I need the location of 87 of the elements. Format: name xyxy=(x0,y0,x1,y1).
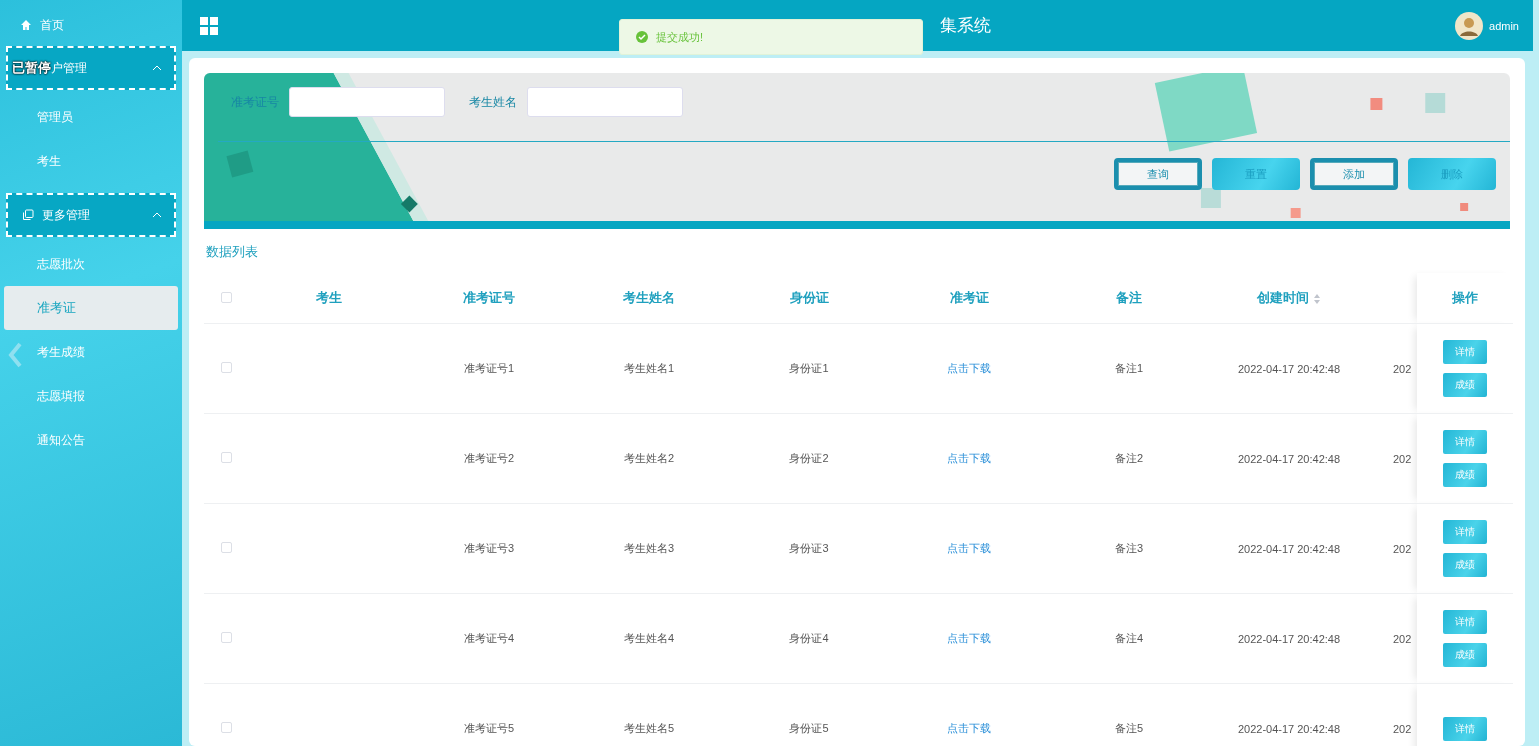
scores-button[interactable]: 成绩 xyxy=(1443,643,1487,667)
table-cell: 身份证4 xyxy=(789,632,829,644)
sidebar-item[interactable]: 考生 xyxy=(4,139,178,183)
download-link[interactable]: 点击下载 xyxy=(947,632,991,644)
table-cell: 2022-04-17 20:42:48 xyxy=(1237,452,1341,465)
sidebar-item[interactable]: 准考证 xyxy=(4,286,178,330)
group-label: 户管理 xyxy=(51,59,88,77)
row-checkbox[interactable] xyxy=(221,722,232,733)
table-cell: 2022-04-17 20:42:48 xyxy=(1237,632,1341,645)
table-cell: 2022-04-17 20:42:48 xyxy=(1237,722,1341,735)
avatar-icon[interactable] xyxy=(1455,11,1484,40)
field-label: 考生姓名 xyxy=(469,93,517,111)
download-link[interactable]: 点击下载 xyxy=(947,362,991,374)
sidebar-group[interactable]: 更多管理 xyxy=(6,193,176,237)
toast-message: 提交成功! xyxy=(656,29,704,45)
table-cell: 准考证号2 xyxy=(463,452,515,464)
paused-label: 已暂停 xyxy=(12,59,51,77)
row-checkbox[interactable] xyxy=(221,542,232,553)
column-header: 备注 xyxy=(1116,290,1142,305)
download-link[interactable]: 点击下载 xyxy=(947,722,991,734)
table-cell: 2022-04-17 20:42:48 xyxy=(1237,542,1341,555)
input-field[interactable] xyxy=(289,87,445,117)
grid-menu-icon[interactable] xyxy=(200,16,218,35)
column-header: 操作 xyxy=(1452,290,1478,305)
sidebar-item[interactable]: 管理员 xyxy=(4,95,178,139)
sidebar-item[interactable]: 志愿批次 xyxy=(4,242,178,286)
details-button[interactable]: 详情 xyxy=(1443,610,1487,634)
row-checkbox[interactable] xyxy=(221,362,232,373)
table-cell: 2022-04-17 20:42:48 xyxy=(1237,362,1341,375)
column-header[interactable]: 创建时间 xyxy=(1257,290,1309,305)
table-cell: 202 xyxy=(1393,452,1412,465)
column-header: 考生 xyxy=(316,290,342,305)
select-all-checkbox[interactable] xyxy=(221,291,232,303)
sidebar-item[interactable]: 首页 xyxy=(4,8,178,42)
column-header: 身份证 xyxy=(789,290,829,305)
column-header: 考生姓名 xyxy=(623,290,675,305)
list-title: 数据列表 xyxy=(206,244,258,259)
table-cell: 准考证号3 xyxy=(463,542,515,554)
copy-icon xyxy=(22,209,34,221)
scores-button[interactable]: 成绩 xyxy=(1443,373,1487,397)
table-cell: 备注1 xyxy=(1114,362,1144,374)
add-button[interactable]: 添加 xyxy=(1310,158,1398,190)
sidebar-group[interactable]: 已暂停户管理 xyxy=(6,46,176,90)
app-title: 集系统 xyxy=(940,16,991,35)
sort-icon[interactable] xyxy=(1313,293,1321,304)
username[interactable]: admin xyxy=(1489,19,1519,32)
table-cell: 考生姓名1 xyxy=(623,362,675,374)
row-checkbox[interactable] xyxy=(221,452,232,463)
download-link[interactable]: 点击下载 xyxy=(947,542,991,554)
home-icon xyxy=(20,19,32,31)
table-cell: 备注3 xyxy=(1114,542,1144,554)
input-field[interactable] xyxy=(527,87,683,117)
table-cell: 202 xyxy=(1393,542,1412,555)
details-button[interactable]: 详情 xyxy=(1443,430,1487,454)
table-cell: 备注4 xyxy=(1114,632,1144,644)
scores-button[interactable]: 成绩 xyxy=(1443,553,1487,577)
table-cell: 202 xyxy=(1393,722,1412,735)
table-cell: 身份证2 xyxy=(789,452,829,464)
table-cell: 202 xyxy=(1393,362,1412,375)
download-link[interactable]: 点击下载 xyxy=(947,452,991,464)
table-cell: 备注5 xyxy=(1114,722,1144,734)
sidebar-item[interactable]: 志愿填报 xyxy=(4,374,178,418)
chevron-left-icon[interactable] xyxy=(8,342,22,368)
table-cell: 考生姓名4 xyxy=(623,632,675,644)
group-label: 更多管理 xyxy=(42,206,91,224)
table-cell: 202 xyxy=(1393,632,1412,645)
column-header: 准考证号 xyxy=(463,290,515,305)
table-cell: 身份证5 xyxy=(789,722,829,734)
details-button[interactable]: 详情 xyxy=(1443,520,1487,544)
table-cell: 考生姓名2 xyxy=(623,452,675,464)
table-cell: 考生姓名3 xyxy=(623,542,675,554)
table-cell: 准考证号1 xyxy=(463,362,515,374)
table-cell: 备注2 xyxy=(1114,452,1144,464)
sidebar-item[interactable]: 通知公告 xyxy=(4,418,178,462)
table-cell: 准考证号5 xyxy=(463,722,515,734)
details-button[interactable]: 详情 xyxy=(1443,716,1487,741)
check-circle-icon xyxy=(636,31,648,43)
sidebar-item[interactable]: 考生成绩 xyxy=(4,330,178,374)
column-header: 准考证 xyxy=(949,290,989,305)
table-cell: 身份证3 xyxy=(789,542,829,554)
table-cell: 准考证号4 xyxy=(463,632,515,644)
table-cell: 考生姓名5 xyxy=(623,722,675,734)
details-button[interactable]: 详情 xyxy=(1443,340,1487,364)
scores-button[interactable]: 成绩 xyxy=(1443,463,1487,487)
table-cell: 身份证1 xyxy=(789,362,829,374)
row-checkbox[interactable] xyxy=(221,632,232,643)
search-button[interactable]: 查询 xyxy=(1114,158,1202,190)
